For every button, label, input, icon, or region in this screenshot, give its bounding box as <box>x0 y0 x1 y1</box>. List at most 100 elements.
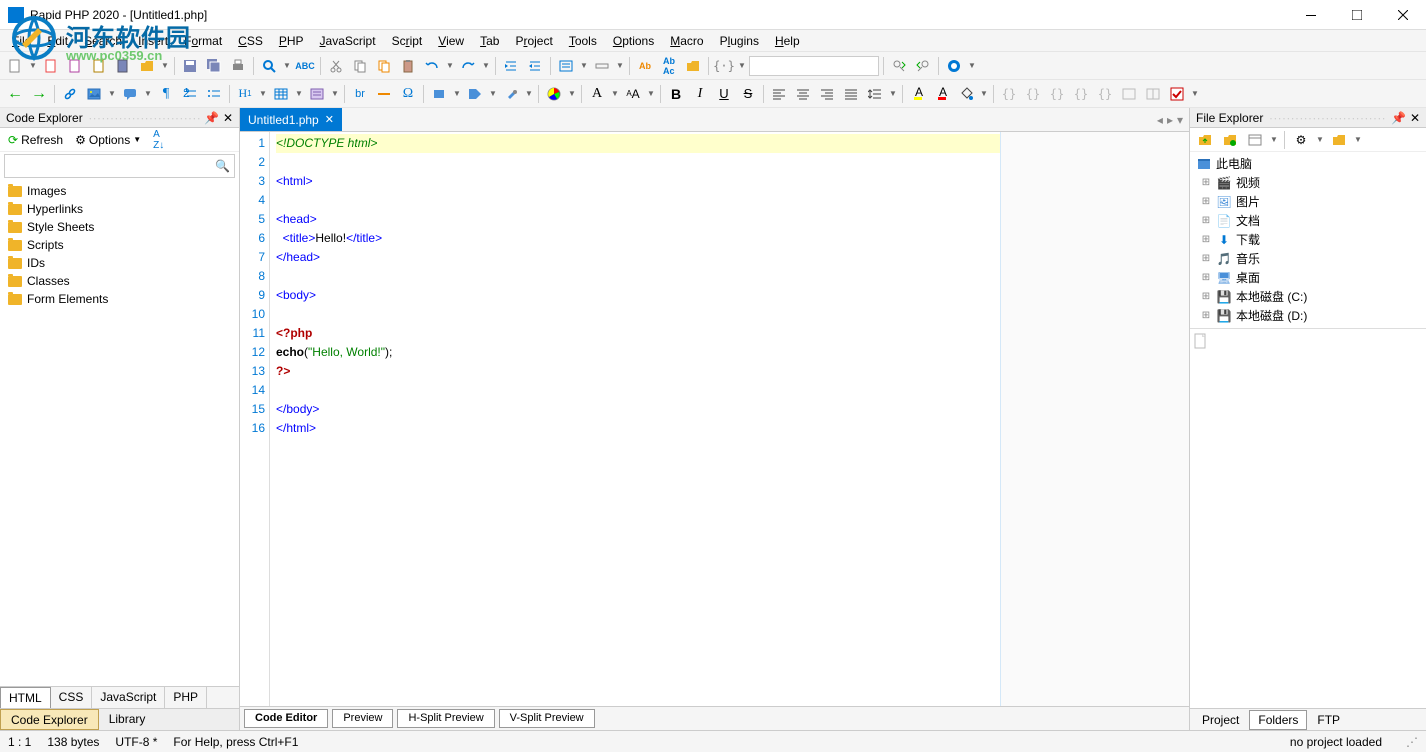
minimize-button[interactable] <box>1288 0 1334 30</box>
align-justify-icon[interactable] <box>840 83 862 105</box>
paste-icon[interactable] <box>397 55 419 77</box>
menu-search[interactable]: Search <box>76 32 130 50</box>
editor-tab-active[interactable]: Untitled1.php ✕ <box>240 108 342 131</box>
tree-item[interactable]: Scripts <box>2 236 237 254</box>
menu-macro[interactable]: Macro <box>662 32 711 50</box>
search-icon[interactable] <box>258 55 280 77</box>
folder-icon[interactable] <box>682 55 704 77</box>
undo-icon[interactable] <box>421 55 443 77</box>
hr-icon[interactable] <box>373 83 395 105</box>
fe-refresh-icon[interactable] <box>1219 129 1241 151</box>
menu-project[interactable]: Project <box>507 32 560 50</box>
back-icon[interactable]: ← <box>4 83 26 105</box>
dropdown-icon[interactable]: ▼ <box>452 89 462 98</box>
tab-close-icon[interactable]: ✕ <box>325 113 334 126</box>
menu-view[interactable]: View <box>430 32 472 50</box>
bold-icon[interactable]: B <box>665 83 687 105</box>
expand-icon[interactable]: ⊞ <box>1200 215 1212 226</box>
omega-icon[interactable]: Ω <box>397 83 419 105</box>
table-icon[interactable] <box>270 83 292 105</box>
paint-icon[interactable] <box>500 83 522 105</box>
tree-item[interactable]: IDs <box>2 254 237 272</box>
tree-item[interactable]: Hyperlinks <box>2 200 237 218</box>
menu-script[interactable]: Script <box>384 32 431 50</box>
expand-icon[interactable]: ⊞ <box>1200 272 1212 283</box>
print-icon[interactable] <box>227 55 249 77</box>
bucket-icon[interactable] <box>955 83 977 105</box>
menu-css[interactable]: CSS <box>230 32 271 50</box>
expand-icon[interactable]: ⊞ <box>1200 253 1212 264</box>
menu-file[interactable]: File <box>4 32 39 50</box>
dropdown-icon[interactable]: ▼ <box>294 89 304 98</box>
strike-icon[interactable]: S <box>737 83 759 105</box>
cut-icon[interactable] <box>325 55 347 77</box>
menu-insert[interactable]: Insert <box>130 32 176 50</box>
brace-2-icon[interactable]: {} <box>1022 83 1044 105</box>
menu-edit[interactable]: Edit <box>39 32 76 50</box>
close-panel-icon[interactable]: ✕ <box>223 111 233 125</box>
tab-next-icon[interactable]: ▸ <box>1167 113 1173 127</box>
layout-1-icon[interactable] <box>1118 83 1140 105</box>
align-right-icon[interactable] <box>816 83 838 105</box>
dropdown-icon[interactable]: ▼ <box>615 61 625 70</box>
editor-view-tab[interactable]: V-Split Preview <box>499 709 595 728</box>
search-icon[interactable]: 🔍 <box>215 159 230 173</box>
dropdown-icon[interactable]: ▼ <box>567 89 577 98</box>
heading-icon[interactable]: H1 <box>234 83 256 105</box>
brace-5-icon[interactable]: {} <box>1094 83 1116 105</box>
dropdown-icon[interactable]: ▼ <box>979 89 989 98</box>
menu-plugins[interactable]: Plugins <box>712 32 767 50</box>
expand-icon[interactable]: ⊞ <box>1200 310 1212 321</box>
underline-icon[interactable]: U <box>713 83 735 105</box>
open-icon[interactable] <box>136 55 158 77</box>
menu-php[interactable]: PHP <box>271 32 312 50</box>
lang-tab-html[interactable]: HTML <box>0 687 51 708</box>
outdent-icon[interactable] <box>524 55 546 77</box>
dropdown-icon[interactable]: ▼ <box>524 89 534 98</box>
new-html-icon[interactable] <box>40 55 62 77</box>
indent-icon[interactable] <box>500 55 522 77</box>
list-ul-icon[interactable] <box>203 83 225 105</box>
dropdown-icon[interactable]: ▼ <box>888 89 898 98</box>
dropdown-icon[interactable]: ▼ <box>481 61 491 70</box>
right-tab-folders[interactable]: Folders <box>1249 710 1307 730</box>
options-button[interactable]: ⚙ Options ▼ <box>71 131 145 149</box>
fe-up-icon[interactable] <box>1194 129 1216 151</box>
tab-prev-icon[interactable]: ◂ <box>1157 113 1163 127</box>
dropdown-icon[interactable]: ▼ <box>160 61 170 70</box>
fe-root[interactable]: 此电脑 <box>1192 154 1424 173</box>
line-height-icon[interactable] <box>864 83 886 105</box>
new-css-icon[interactable] <box>64 55 86 77</box>
copy-html-icon[interactable] <box>373 55 395 77</box>
sort-icon[interactable]: AZ↓ <box>149 127 168 153</box>
dropdown-icon[interactable]: ▼ <box>1315 135 1325 144</box>
bottom-tab[interactable]: Code Explorer <box>0 709 99 730</box>
wrap-icon[interactable] <box>555 55 577 77</box>
dropdown-icon[interactable]: ▼ <box>143 89 153 98</box>
fe-item[interactable]: ⊞📄文档 <box>1192 211 1424 230</box>
tree-item[interactable]: Style Sheets <box>2 218 237 236</box>
lang-tab-css[interactable]: CSS <box>51 687 93 708</box>
expand-icon[interactable]: ⊞ <box>1200 196 1212 207</box>
fe-item[interactable]: ⊞🎵音乐 <box>1192 249 1424 268</box>
forward-icon[interactable]: → <box>28 83 50 105</box>
tree-item[interactable]: Classes <box>2 272 237 290</box>
maximize-button[interactable] <box>1334 0 1380 30</box>
br-icon[interactable]: br <box>349 83 371 105</box>
search-combo[interactable] <box>749 56 879 76</box>
save-icon[interactable] <box>179 55 201 77</box>
comment-icon[interactable] <box>119 83 141 105</box>
color-picker-icon[interactable] <box>543 83 565 105</box>
fe-gear-icon[interactable]: ⚙ <box>1290 129 1312 151</box>
dropdown-icon[interactable]: ▼ <box>107 89 117 98</box>
editor-view-tab[interactable]: H-Split Preview <box>397 709 494 728</box>
find-replace-icon[interactable]: Ab <box>634 55 656 77</box>
expand-icon[interactable]: ⊞ <box>1200 177 1212 188</box>
lang-tab-php[interactable]: PHP <box>165 687 207 708</box>
close-button[interactable] <box>1380 0 1426 30</box>
find-next-icon[interactable] <box>888 55 910 77</box>
expand-icon[interactable]: ⊞ <box>1200 291 1212 302</box>
redo-icon[interactable] <box>457 55 479 77</box>
link-icon[interactable] <box>59 83 81 105</box>
menu-javascript[interactable]: JavaScript <box>312 32 384 50</box>
